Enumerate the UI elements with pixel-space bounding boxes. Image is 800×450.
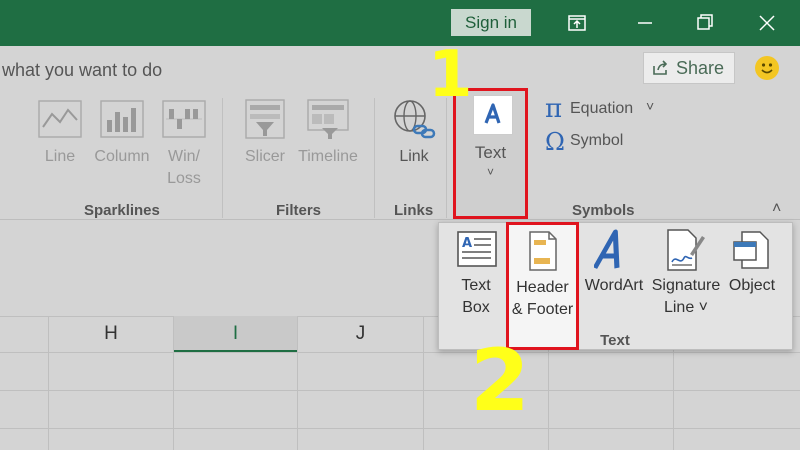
chevron-down-icon: ˅ [486, 165, 494, 179]
minimize-icon[interactable] [630, 8, 660, 38]
header-footer-label: Header & Footer [511, 279, 574, 318]
header-footer-icon [529, 231, 557, 271]
sparklines-group-label: Sparklines [84, 202, 160, 219]
slicer-icon [245, 99, 285, 139]
symbol-icon: Ω [545, 128, 565, 156]
feedback-smiley-icon[interactable] [755, 56, 779, 80]
sparkline-column-button[interactable]: Column [86, 146, 158, 168]
grid-line [0, 352, 800, 353]
object-icon [733, 231, 769, 269]
object-button[interactable]: Object [724, 275, 780, 297]
share-label: Share [676, 58, 725, 78]
text-icon [473, 95, 513, 135]
sparkline-line-button[interactable]: Line [38, 146, 82, 168]
symbols-group-label: Symbols [572, 202, 635, 219]
share-icon [653, 60, 668, 75]
timeline-icon [307, 99, 349, 139]
ribbon-separator [446, 98, 447, 218]
equation-button[interactable]: Equation [570, 98, 633, 120]
slicer-button[interactable]: Slicer [240, 146, 290, 168]
filters-group-label: Filters [276, 202, 322, 219]
chevron-down-icon[interactable]: ˅ [646, 98, 654, 114]
sign-in-button[interactable]: Sign in [451, 9, 531, 36]
wordart-button[interactable]: WordArt [580, 275, 648, 297]
grid-line [423, 316, 424, 450]
ribbon-display-options-icon[interactable] [562, 8, 592, 38]
symbol-button[interactable]: Symbol [570, 130, 623, 152]
wordart-icon [594, 229, 620, 269]
ribbon-separator [374, 98, 375, 218]
grid-line [0, 390, 800, 391]
column-header-j[interactable]: J [298, 316, 423, 352]
link-button[interactable]: Link [392, 146, 436, 168]
sparkline-winloss-icon [162, 100, 206, 138]
text-button-label: Text [474, 143, 507, 162]
sparkline-column-icon [100, 100, 144, 138]
sparkline-winloss-button[interactable]: Win/ Loss [158, 146, 210, 190]
text-panel-group-label: Text [600, 332, 630, 349]
ribbon-separator [222, 98, 223, 218]
svg-text:A: A [462, 236, 472, 251]
collapse-ribbon-icon[interactable]: ˄ [772, 200, 781, 218]
annotation-step-2: 2 [470, 331, 530, 431]
annotation-step-1: 1 [428, 38, 473, 112]
column-header-i[interactable]: I [174, 316, 297, 352]
sparkline-line-icon [38, 100, 82, 138]
signature-line-button[interactable]: Signature Line ˅ [648, 275, 724, 319]
title-bar: Sign in [0, 0, 800, 46]
text-box-icon: A [457, 231, 497, 267]
close-icon[interactable] [752, 8, 782, 38]
grid-line [0, 428, 800, 429]
column-header-h[interactable]: H [49, 316, 173, 352]
signature-line-icon [667, 229, 705, 271]
share-button[interactable]: Share [643, 52, 735, 84]
links-group-label: Links [394, 202, 434, 219]
timeline-button[interactable]: Timeline [294, 146, 362, 168]
tell-me-input[interactable]: what you want to do [2, 60, 162, 81]
equation-icon: π [545, 94, 563, 124]
text-box-button[interactable]: Text Box [446, 275, 506, 319]
restore-icon[interactable] [690, 8, 720, 38]
